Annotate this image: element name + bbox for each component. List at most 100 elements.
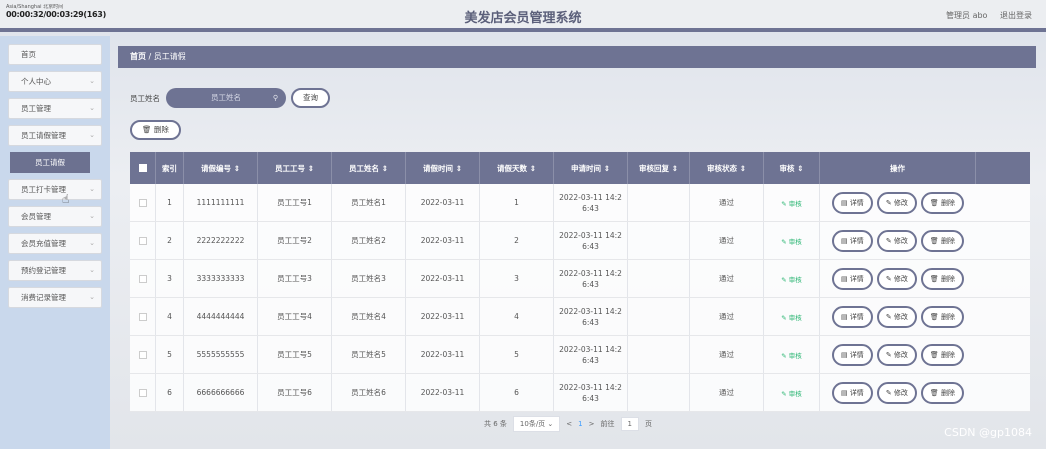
prev-page-button[interactable]: < (566, 420, 572, 428)
cell-leave-no: 3333333333 (184, 260, 258, 297)
sidebar-subitem-leave[interactable]: 员工请假 (10, 152, 90, 173)
goto-label: 前往 (600, 420, 615, 428)
checkbox[interactable] (138, 198, 147, 207)
cell-audit[interactable]: ✎ 审核 (764, 298, 820, 335)
logout-link[interactable]: 退出登录 (1000, 11, 1032, 20)
header-select-all[interactable] (130, 152, 156, 184)
breadcrumb-home[interactable]: 首页 (130, 52, 146, 61)
audit-link[interactable]: ✎ 审核 (781, 236, 802, 246)
sidebar-item-employee[interactable]: 员工管理 ⌄ (8, 98, 102, 119)
header-actions: 操作 (820, 152, 976, 184)
trash-icon: 🗑 (929, 312, 942, 321)
cell-leave-date: 2022-03-11 (406, 184, 480, 221)
edit-button[interactable]: ✎ 修改 (876, 381, 917, 404)
cell-audit[interactable]: ✎ 审核 (764, 184, 820, 221)
row-select[interactable] (130, 336, 156, 373)
checkbox[interactable] (138, 274, 147, 283)
header-leave-date[interactable]: 请假时间 ⇕ (406, 152, 480, 184)
goto-page-input[interactable]: 1 (620, 417, 639, 431)
checkbox[interactable] (138, 312, 147, 321)
sidebar: 首页 个人中心 ⌄ 员工管理 ⌄ 员工请假管理 ⌄ 员工请假 员工打卡管理 ⌄ 会员管理… (0, 36, 110, 449)
cell-audit[interactable]: ✎ 审核 (764, 374, 820, 411)
cell-index: 4 (156, 298, 184, 335)
search-input[interactable]: 员工姓名 ⚲ (166, 88, 286, 108)
cell-index: 6 (156, 374, 184, 411)
trash-icon: 🗑 (929, 236, 942, 245)
audit-label: 审核 (788, 275, 802, 284)
edit-icon: ✎ (885, 274, 894, 283)
row-select[interactable] (130, 298, 156, 335)
query-button[interactable]: 查询 (291, 88, 330, 108)
checkbox[interactable] (138, 164, 147, 172)
delete-button[interactable]: 🗑 删除 (920, 229, 965, 252)
cell-audit[interactable]: ✎ 审核 (764, 260, 820, 297)
delete-button[interactable]: 🗑 删除 (920, 305, 965, 328)
header-reply[interactable]: 审核回复 ⇕ (628, 152, 690, 184)
cell-audit[interactable]: ✎ 审核 (764, 336, 820, 373)
delete-button[interactable]: 🗑 删除 (920, 267, 965, 290)
sidebar-item-member[interactable]: 会员管理 ⌄ (8, 206, 102, 227)
trash-icon: 🗑 (929, 274, 942, 283)
header-leave-no[interactable]: 请假编号 ⇕ (184, 152, 258, 184)
delete-button[interactable]: 🗑 删除 (920, 191, 965, 214)
bulk-delete-button[interactable]: 🗑 删除 (130, 120, 181, 140)
edit-button[interactable]: ✎ 修改 (876, 229, 917, 252)
detail-button[interactable]: ▤ 详情 (831, 267, 873, 290)
sidebar-item-booking[interactable]: 预约登记管理 ⌄ (8, 260, 102, 281)
header-apply-time[interactable]: 申请时间 ⇕ (554, 152, 628, 184)
sidebar-item-consume[interactable]: 消费记录管理 ⌄ (8, 287, 102, 308)
cell-actions: ▤ 详情 ✎ 修改 🗑 删除 (820, 374, 976, 411)
admin-user[interactable]: 管理员 abo (946, 11, 987, 20)
edit-button[interactable]: ✎ 修改 (876, 305, 917, 328)
cell-apply-time: 2022-03-11 14:2 6:43 (554, 298, 628, 335)
edit-button[interactable]: ✎ 修改 (876, 267, 917, 290)
checkbox[interactable] (138, 236, 147, 245)
row-select[interactable] (130, 184, 156, 221)
breadcrumb-current: 员工请假 (153, 52, 186, 61)
trash-icon: 🗑 (142, 125, 154, 134)
detail-button[interactable]: ▤ 详情 (831, 229, 873, 252)
cell-emp-name: 员工姓名6 (332, 374, 406, 411)
page-size-select[interactable]: 10条/页 ⌄ (512, 416, 561, 432)
row-select[interactable] (130, 374, 156, 411)
audit-link[interactable]: ✎ 审核 (781, 350, 802, 360)
row-select[interactable] (130, 222, 156, 259)
search-placeholder: 员工姓名 (211, 93, 241, 102)
breadcrumb: 首页 / 员工请假 (118, 46, 1036, 68)
detail-button[interactable]: ▤ 详情 (831, 343, 873, 366)
header-status[interactable]: 审核状态 ⇕ (690, 152, 764, 184)
table-body: 1 1111111111 员工工号1 员工姓名1 2022-03-11 1 20… (130, 184, 1030, 412)
header-emp-name[interactable]: 员工姓名 ⇕ (332, 152, 406, 184)
edit-button[interactable]: ✎ 修改 (876, 343, 917, 366)
sidebar-item-label: 员工管理 (21, 104, 51, 113)
delete-label: 删除 (941, 236, 956, 245)
audit-link[interactable]: ✎ 审核 (781, 274, 802, 284)
audit-link[interactable]: ✎ 审核 (781, 198, 802, 208)
detail-button[interactable]: ▤ 详情 (831, 381, 873, 404)
cell-audit[interactable]: ✎ 审核 (764, 222, 820, 259)
sidebar-item-profile[interactable]: 个人中心 ⌄ (8, 71, 102, 92)
header-leave-days[interactable]: 请假天数 ⇕ (480, 152, 554, 184)
audit-link[interactable]: ✎ 审核 (781, 388, 802, 398)
delete-button[interactable]: 🗑 删除 (920, 343, 965, 366)
delete-button[interactable]: 🗑 删除 (920, 381, 965, 404)
row-select[interactable] (130, 260, 156, 297)
table-row: 6 6666666666 员工工号6 员工姓名6 2022-03-11 6 20… (130, 374, 1030, 412)
checkbox[interactable] (138, 388, 147, 397)
header-audit[interactable]: 审核 ⇕ (764, 152, 820, 184)
audit-link[interactable]: ✎ 审核 (781, 312, 802, 322)
edit-label: 修改 (893, 236, 908, 245)
sidebar-item-home[interactable]: 首页 (8, 44, 102, 65)
edit-button[interactable]: ✎ 修改 (876, 191, 917, 214)
cell-emp-name: 员工姓名2 (332, 222, 406, 259)
checkbox[interactable] (138, 350, 147, 359)
header-emp-id[interactable]: 员工工号 ⇕ (258, 152, 332, 184)
current-page[interactable]: 1 (578, 420, 582, 428)
sidebar-item-leave-mgmt[interactable]: 员工请假管理 ⌄ (8, 125, 102, 146)
sidebar-item-clockin[interactable]: 员工打卡管理 ⌄ (8, 179, 102, 200)
next-page-button[interactable]: > (589, 420, 595, 428)
detail-button[interactable]: ▤ 详情 (831, 305, 873, 328)
cell-leave-no: 4444444444 (184, 298, 258, 335)
detail-button[interactable]: ▤ 详情 (831, 191, 873, 214)
sidebar-item-recharge[interactable]: 会员充值管理 ⌄ (8, 233, 102, 254)
